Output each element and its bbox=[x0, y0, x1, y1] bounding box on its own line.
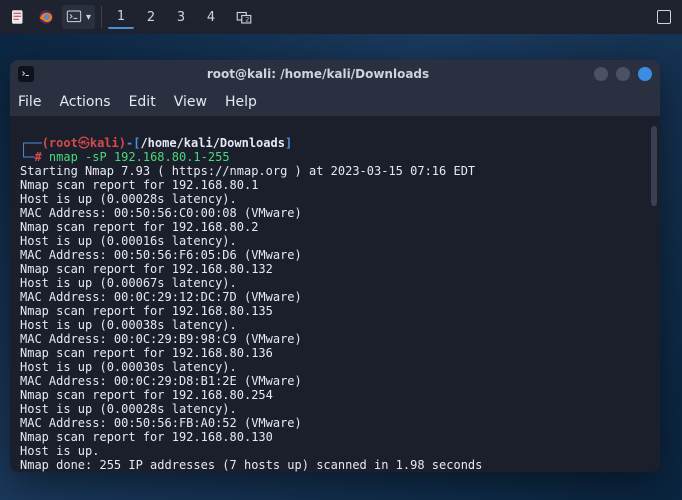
menubar: File Actions Edit View Help bbox=[10, 88, 660, 116]
terminal-window: root@kali: /home/kali/Downloads File Act… bbox=[10, 60, 660, 472]
firefox-icon[interactable] bbox=[34, 5, 58, 29]
output-line: MAC Address: 00:50:56:F6:05:D6 (VMware) bbox=[20, 248, 650, 262]
workspace-1-button[interactable]: 1 bbox=[108, 5, 134, 29]
output-line: Host is up (0.00038s latency). bbox=[20, 318, 650, 332]
output-line: Nmap scan report for 192.168.80.254 bbox=[20, 388, 650, 402]
output-line: MAC Address: 00:0C:29:12:DC:7D (VMware) bbox=[20, 290, 650, 304]
output-line: Host is up. bbox=[20, 444, 650, 458]
window-title: root@kali: /home/kali/Downloads bbox=[42, 67, 594, 81]
window-controls bbox=[594, 67, 652, 81]
close-button[interactable] bbox=[638, 67, 652, 81]
workspace-2-button[interactable]: 2 bbox=[138, 5, 164, 29]
output-line: Host is up (0.00030s latency). bbox=[20, 360, 650, 374]
chevron-down-icon: ▾ bbox=[86, 12, 91, 23]
menu-actions[interactable]: Actions bbox=[59, 94, 110, 110]
output-line: Nmap scan report for 192.168.80.136 bbox=[20, 346, 650, 360]
output-line: MAC Address: 00:0C:29:D8:B1:2E (VMware) bbox=[20, 374, 650, 388]
menu-view[interactable]: View bbox=[174, 94, 207, 110]
terminal-app-icon bbox=[18, 66, 34, 82]
output-line: Nmap scan report for 192.168.80.135 bbox=[20, 304, 650, 318]
maximize-button[interactable] bbox=[616, 67, 630, 81]
overlapping-windows-icon[interactable]: 2 bbox=[232, 5, 256, 29]
minimize-button[interactable] bbox=[594, 67, 608, 81]
output-line: Host is up (0.00028s latency). bbox=[20, 402, 650, 416]
output-line: Nmap scan report for 192.168.80.2 bbox=[20, 220, 650, 234]
system-panel: ▾ 1 2 3 4 2 bbox=[0, 0, 682, 34]
menu-file[interactable]: File bbox=[18, 94, 41, 110]
terminal-output: Starting Nmap 7.93 ( https://nmap.org ) … bbox=[20, 164, 650, 472]
output-line: Nmap scan report for 192.168.80.130 bbox=[20, 430, 650, 444]
panel-separator bbox=[101, 6, 102, 28]
svg-text:2: 2 bbox=[246, 17, 250, 24]
menu-edit[interactable]: Edit bbox=[129, 94, 156, 110]
output-line: MAC Address: 00:0C:29:B9:98:C9 (VMware) bbox=[20, 332, 650, 346]
menu-help[interactable]: Help bbox=[225, 94, 257, 110]
terminal-body[interactable]: ┌──(root㉿kali)-[/home/kali/Downloads] └─… bbox=[10, 116, 660, 472]
workspace-3-button[interactable]: 3 bbox=[168, 5, 194, 29]
workspace-4-button[interactable]: 4 bbox=[198, 5, 224, 29]
output-line: Nmap scan report for 192.168.80.1 bbox=[20, 178, 650, 192]
output-line: Starting Nmap 7.93 ( https://nmap.org ) … bbox=[20, 164, 650, 178]
output-line: MAC Address: 00:50:56:C0:00:08 (VMware) bbox=[20, 206, 650, 220]
tray-window-icon[interactable] bbox=[652, 5, 676, 29]
output-line: MAC Address: 00:50:56:FB:A0:52 (VMware) bbox=[20, 416, 650, 430]
output-line: Nmap scan report for 192.168.80.132 bbox=[20, 262, 650, 276]
terminal-content: ┌──(root㉿kali)-[/home/kali/Downloads] └─… bbox=[10, 116, 660, 472]
titlebar[interactable]: root@kali: /home/kali/Downloads bbox=[10, 60, 660, 88]
output-line: Host is up (0.00067s latency). bbox=[20, 276, 650, 290]
output-line: Host is up (0.00028s latency). bbox=[20, 192, 650, 206]
output-line: Nmap done: 255 IP addresses (7 hosts up)… bbox=[20, 458, 650, 472]
terminal-launcher[interactable]: ▾ bbox=[62, 5, 95, 29]
statusbar-notes-icon[interactable] bbox=[6, 5, 30, 29]
scrollbar-thumb[interactable] bbox=[651, 126, 657, 206]
command-input: nmap -sP 192.168.80.1-255 bbox=[49, 150, 230, 164]
output-line: Host is up (0.00016s latency). bbox=[20, 234, 650, 248]
